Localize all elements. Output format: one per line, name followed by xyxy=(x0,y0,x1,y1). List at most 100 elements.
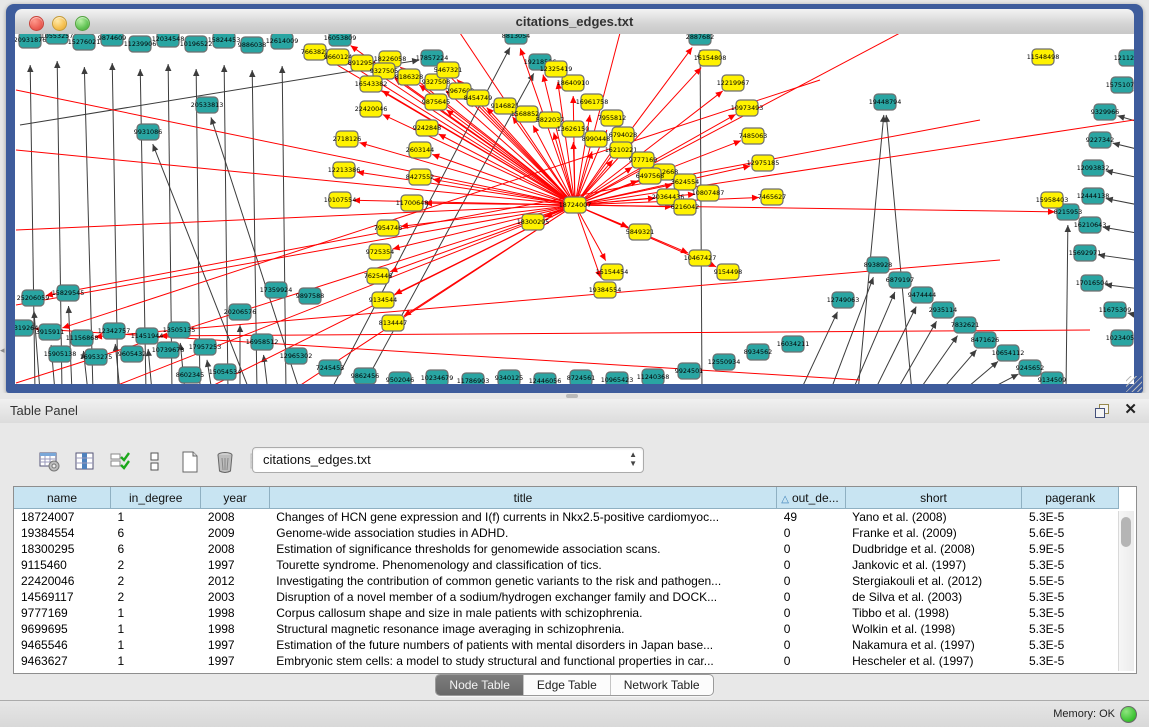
table-row[interactable]: 946554611997Estimation of the future num… xyxy=(14,637,1119,653)
network-node-label: 11451944 xyxy=(131,332,164,340)
network-canvas[interactable]: 2093187610553257152760219874609112399061… xyxy=(15,34,1134,384)
table-row[interactable]: 1456911722003Disruption of a novel membe… xyxy=(14,589,1119,605)
delete-column-icon[interactable] xyxy=(213,450,237,474)
network-node-label: 10973493 xyxy=(731,104,764,112)
network-node-label: 11319264 xyxy=(15,324,38,332)
memory-status-indicator-icon[interactable] xyxy=(1120,706,1137,723)
network-node-label: 3624554 xyxy=(671,178,699,186)
network-node-label: 15824453 xyxy=(208,36,241,44)
network-node-label: 16543382 xyxy=(355,80,388,88)
table-row[interactable]: 911546021997Tourette syndrome. Phenomeno… xyxy=(14,557,1119,573)
sort-ascending-icon: △ xyxy=(781,494,789,505)
network-node-label: 10965423 xyxy=(601,376,634,384)
network-node-label: 17359924 xyxy=(260,286,293,294)
network-node-label: 15692971 xyxy=(1069,249,1102,257)
network-node-label: 12342757 xyxy=(98,327,131,335)
table-row[interactable]: 1830029562008Estimation of significance … xyxy=(14,541,1119,557)
network-node-label: 17016504 xyxy=(1076,279,1109,287)
column-header-pagerank[interactable]: pagerank xyxy=(1022,487,1119,509)
network-node-label: 8186328 xyxy=(395,73,423,81)
network-node-label: 11240368 xyxy=(637,373,670,381)
network-node-label: 9725354 xyxy=(366,248,394,256)
vertical-scrollbar[interactable] xyxy=(1118,511,1134,671)
application-window: citations_edges.txt 20931876105532571527… xyxy=(0,0,1149,727)
network-node-label: 8934562 xyxy=(744,348,772,356)
network-node-label: 15829545 xyxy=(52,289,85,297)
tab-edge-table[interactable]: Edge Table xyxy=(524,675,611,695)
network-window-titlebar[interactable]: citations_edges.txt xyxy=(15,9,1134,35)
new-column-icon[interactable] xyxy=(178,450,202,474)
network-node-label: 9502046 xyxy=(386,376,414,384)
network-node-label: 10739678 xyxy=(152,346,185,354)
tab-network-table[interactable]: Network Table xyxy=(611,675,713,695)
network-node-label: 25206059 xyxy=(17,294,50,302)
network-node-label: 17857224 xyxy=(416,54,449,62)
network-node-label: 22420046 xyxy=(355,105,388,113)
network-node-label: 8813054 xyxy=(502,34,530,40)
network-node-label: 10234679 xyxy=(421,374,454,382)
network-node-label: 8454749 xyxy=(464,94,492,102)
table-row[interactable]: 1938455462009Genome-wide association stu… xyxy=(14,525,1119,541)
network-node-label: 8724561 xyxy=(567,374,595,382)
table-row[interactable]: 977716911998Corpus callosum shape and si… xyxy=(14,605,1119,621)
table-row[interactable]: 946362711997Embryonic stem cells: a mode… xyxy=(14,653,1119,669)
network-node-label: 9154498 xyxy=(714,268,742,276)
network-node-label: 12550934 xyxy=(708,358,741,366)
table-row[interactable]: 969969511998Structural magnetic resonanc… xyxy=(14,621,1119,637)
node-table: namein_degreeyeartitle△out_de...shortpag… xyxy=(13,486,1137,674)
column-header-short[interactable]: short xyxy=(845,487,1022,509)
network-node-label: 2935114 xyxy=(929,306,957,314)
network-node-label: 7465627 xyxy=(758,193,786,201)
column-header-title[interactable]: title xyxy=(269,487,777,509)
table-panel-body: f(x) citations_edges.txt ▲▼ namein_degre… xyxy=(0,423,1149,700)
network-node-label: 12325419 xyxy=(540,65,573,73)
scrollbar-thumb[interactable] xyxy=(1121,517,1131,547)
network-node-label: 16034211 xyxy=(777,340,810,348)
network-node-label: 7832621 xyxy=(951,321,979,329)
network-node-label: 9134509 xyxy=(1038,376,1066,384)
table-row[interactable]: 1872400712008Changes of HCN gene express… xyxy=(14,509,1119,526)
network-node-label: 2887682 xyxy=(686,34,714,41)
column-checklist-icon[interactable] xyxy=(108,450,132,474)
network-node-label: 9897588 xyxy=(296,292,324,300)
network-node-label: 20206576 xyxy=(224,308,257,316)
column-header-in_degree[interactable]: in_degree xyxy=(110,487,200,509)
row-height-icon[interactable] xyxy=(143,450,167,474)
memory-status-label: Memory: OK xyxy=(1053,708,1115,720)
table-body: 1872400712008Changes of HCN gene express… xyxy=(14,509,1119,670)
float-panel-icon[interactable] xyxy=(1095,404,1109,418)
network-node-label: 16154808 xyxy=(694,54,727,62)
table-row[interactable]: 2242004622012Investigating the contribut… xyxy=(14,573,1119,589)
network-node-label: 5849321 xyxy=(626,228,654,236)
column-header-out_de[interactable]: △out_de... xyxy=(777,487,845,509)
network-node-label: 9245652 xyxy=(1016,364,1044,372)
network-node-label: 10807487 xyxy=(692,189,725,197)
network-node-label: 9874609 xyxy=(98,34,126,42)
network-node-label: 10107554 xyxy=(324,196,357,204)
column-header-name[interactable]: name xyxy=(14,487,110,509)
tab-node-table[interactable]: Node Table xyxy=(436,675,524,695)
network-node-label: 13626150 xyxy=(557,125,590,133)
node-table-grid: namein_degreeyeartitle△out_de...shortpag… xyxy=(14,487,1119,669)
close-panel-icon[interactable]: ✕ xyxy=(1124,402,1137,418)
network-node-label: 12219967 xyxy=(717,79,750,87)
column-header-year[interactable]: year xyxy=(201,487,269,509)
network-node-label: 7955812 xyxy=(598,114,626,122)
network-node-label: 10654112 xyxy=(992,349,1025,357)
column-select-icon[interactable] xyxy=(73,450,97,474)
network-node-label: 6794028 xyxy=(609,131,637,139)
network-node-label: 10234055 xyxy=(1106,334,1134,342)
network-node-label: 16210221 xyxy=(605,146,638,154)
resize-grip-icon[interactable] xyxy=(1126,376,1142,392)
network-node-label: 9474444 xyxy=(908,291,936,299)
network-node-label: 18640910 xyxy=(557,79,590,87)
table-mode-icon[interactable] xyxy=(38,450,62,474)
status-bar: Memory: OK xyxy=(0,700,1149,727)
sidebar-collapse-arrow-icon[interactable]: ◂ xyxy=(0,342,6,358)
network-node-label: 12444138 xyxy=(1077,192,1110,200)
splitter-handle-icon[interactable] xyxy=(566,394,578,398)
network-node-label: 7625446 xyxy=(364,272,392,280)
table-selector-dropdown[interactable]: citations_edges.txt ▲▼ xyxy=(252,447,644,473)
network-node-label: 6216042 xyxy=(671,203,699,211)
network-view-window: citations_edges.txt 20931876105532571527… xyxy=(6,4,1143,393)
